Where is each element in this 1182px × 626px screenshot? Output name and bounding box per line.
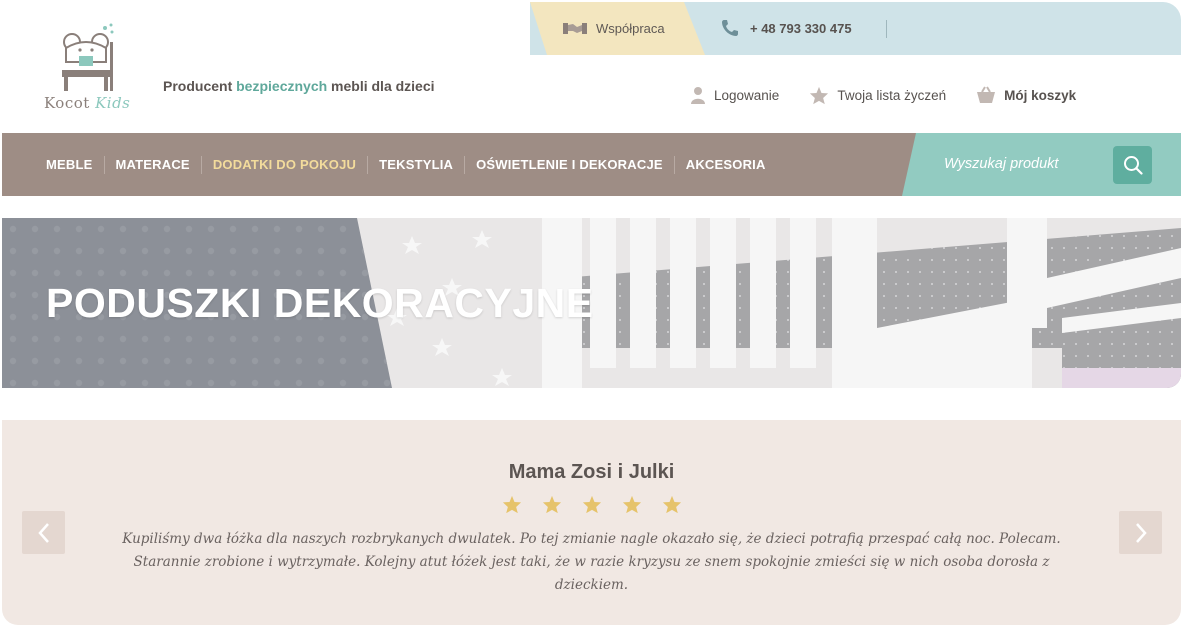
- nav-item-oswietlenie-i-dekoracje[interactable]: OŚWIETLENIE I DEKORACJE: [464, 155, 674, 174]
- star-icon: [810, 86, 829, 104]
- phone-number: + 48 793 330 475: [750, 21, 852, 36]
- search-icon: [1123, 156, 1143, 175]
- logo-brand-accent: Kids: [95, 94, 131, 112]
- rating-star-icon: [542, 495, 561, 514]
- nav-item-materace[interactable]: MATERACE: [103, 155, 201, 174]
- cooperation-link[interactable]: Współpraca: [530, 2, 705, 55]
- carousel-prev-button[interactable]: [22, 511, 65, 554]
- review-text: Kupiliśmy dwa łóżka dla naszych rozbryka…: [122, 531, 1061, 593]
- login-link[interactable]: Logowanie: [690, 86, 779, 104]
- login-label: Logowanie: [714, 87, 780, 103]
- category-banner: PODUSZKI DEKORACYJNE: [2, 218, 1181, 388]
- search-input[interactable]: [944, 153, 1104, 175]
- tagline: Producent bezpiecznych mebli dla dzieci: [163, 78, 435, 94]
- nav-item-tekstylia[interactable]: TEKSTYLIA: [367, 155, 464, 174]
- user-icon: [691, 87, 705, 104]
- tagline-suffix: mebli dla dzieci: [327, 78, 435, 94]
- topbar-divider: [886, 20, 887, 38]
- carousel-next-button[interactable]: [1119, 511, 1162, 554]
- review-author: Mama Zosi i Julki: [508, 461, 675, 483]
- basket-icon: [977, 86, 996, 103]
- nav-item-dodatki-do-pokoju[interactable]: DODATKI DO POKOJU: [200, 155, 367, 174]
- tagline-accent: bezpiecznych: [236, 78, 328, 94]
- rating-star-icon: [622, 495, 641, 514]
- chevron-right-icon: [1135, 522, 1147, 543]
- rating-star-icon: [582, 495, 601, 514]
- logo[interactable]: Kocot Kids: [40, 22, 140, 118]
- tagline-prefix: Producent: [163, 78, 237, 94]
- search-bar: [902, 133, 1181, 196]
- rating-star-icon: [502, 495, 521, 514]
- testimonial-carousel: Mama Zosi i Julki Kupiliśmy dwa łóżka dl…: [2, 420, 1181, 625]
- logo-bear-chair-icon: [62, 23, 114, 91]
- phone-icon: [722, 20, 738, 36]
- nav-item-meble[interactable]: MEBLE: [35, 156, 104, 174]
- review-rating: [2, 495, 1181, 514]
- rating-star-icon: [662, 495, 681, 514]
- cart-link[interactable]: Mój koszyk: [976, 86, 1076, 104]
- nav-item-akcesoria[interactable]: AKCESORIA: [673, 155, 777, 174]
- top-contact-bar: Współpraca + 48 793 330 475: [530, 2, 1181, 55]
- handshake-icon: [563, 23, 587, 34]
- chevron-left-icon: [37, 522, 49, 543]
- banner-title: PODUSZKI DEKORACYJNE: [46, 280, 594, 326]
- wishlist-label: Twoja lista życzeń: [837, 87, 947, 103]
- category-menu: MEBLE MATERACE DODATKI DO POKOJU TEKSTYL…: [35, 133, 777, 196]
- user-links: Logowanie Twoja lista życzeń Mój koszyk: [690, 84, 1106, 106]
- cooperation-label: Współpraca: [596, 21, 665, 36]
- logo-brand-main: Kocot: [44, 94, 90, 112]
- wishlist-link[interactable]: Twoja lista życzeń: [809, 86, 946, 105]
- logo-text: Kocot Kids: [44, 94, 130, 112]
- search-button[interactable]: [1113, 146, 1152, 184]
- main-navigation: MEBLE MATERACE DODATKI DO POKOJU TEKSTYL…: [2, 133, 1181, 196]
- cart-label: Mój koszyk: [1004, 87, 1077, 103]
